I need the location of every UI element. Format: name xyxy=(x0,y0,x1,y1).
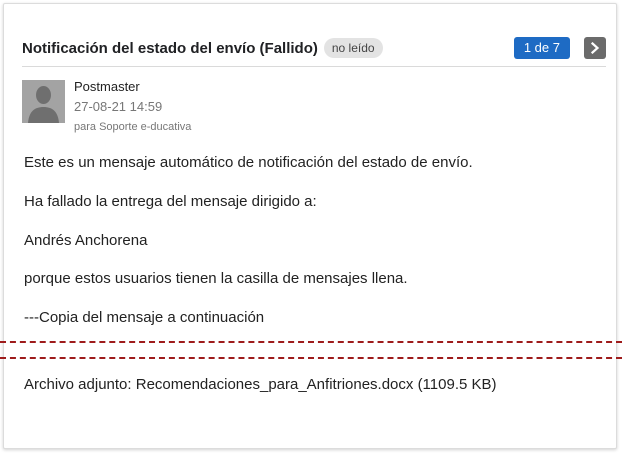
sender-info: Postmaster 27-08-21 14:59 para Soporte e… xyxy=(74,79,191,134)
message-date: 27-08-21 14:59 xyxy=(74,99,163,114)
chevron-right-icon xyxy=(590,42,600,54)
cut-line-top xyxy=(0,341,622,343)
default-user-avatar-icon xyxy=(22,80,65,123)
body-line-copy-follows: ---Copia del mensaje a continuación xyxy=(24,309,265,326)
message-header: Notificación del estado del envío (Falli… xyxy=(22,34,606,62)
header-divider xyxy=(22,66,606,67)
next-message-button[interactable] xyxy=(584,37,606,59)
body-line-reason: porque estos usuarios tienen la casilla … xyxy=(24,270,408,287)
message-pager: 1 de 7 xyxy=(513,37,570,59)
unread-badge: no leído xyxy=(323,38,383,58)
body-line-notification: Este es un mensaje automático de notific… xyxy=(24,154,473,171)
body-line-recipient: Andrés Anchorena xyxy=(24,232,148,249)
message-recipient: para Soporte e-ducativa xyxy=(74,121,192,133)
cut-line-bottom xyxy=(0,357,622,359)
attachment-link[interactable]: Archivo adjunto: Recomendaciones_para_An… xyxy=(24,376,497,394)
message-subject: Notificación del estado del envío (Falli… xyxy=(22,39,318,57)
sender-avatar xyxy=(22,80,65,123)
body-line-delivery-failed: Ha fallado la entrega del mensaje dirigi… xyxy=(24,193,317,210)
sender-name: Postmaster xyxy=(74,79,140,94)
